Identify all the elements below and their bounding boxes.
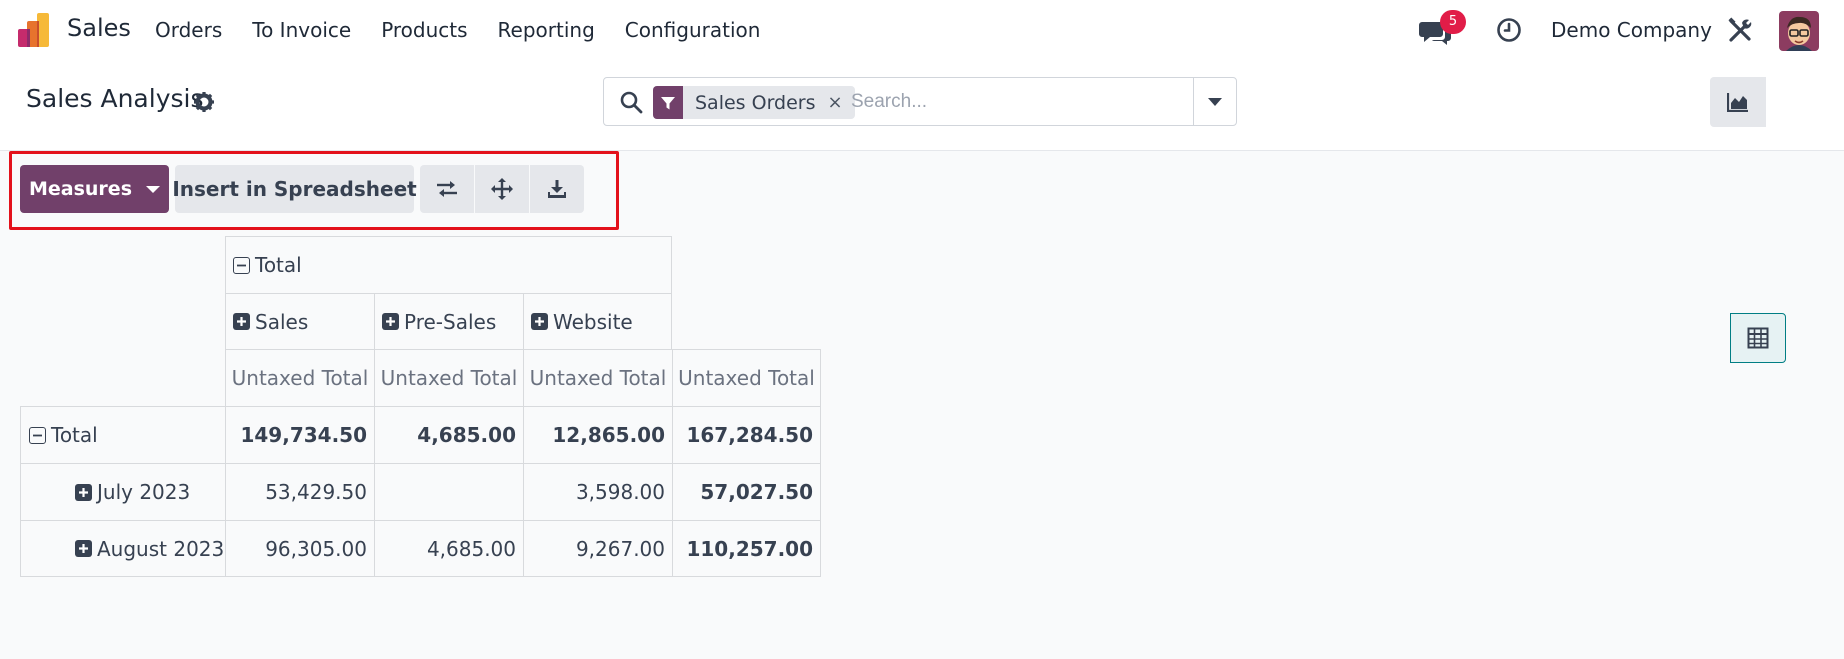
insert-in-spreadsheet-button[interactable]: Insert in Spreadsheet — [172, 165, 417, 213]
menu-to-invoice[interactable]: To Invoice — [252, 18, 351, 42]
measures-label: Measures — [28, 178, 132, 200]
row-header-july-2023[interactable]: July 2023 — [20, 463, 226, 521]
debug-tools-icon[interactable] — [1727, 17, 1754, 44]
area-chart-icon — [1727, 93, 1748, 112]
pivot-cell[interactable]: 4,685.00 — [374, 406, 524, 464]
measure-header[interactable]: Untaxed Total — [523, 349, 673, 407]
pivot-cell-total[interactable]: 167,284.50 — [672, 406, 821, 464]
row-header-label: August 2023 — [97, 536, 225, 561]
flip-axis-button[interactable] — [420, 165, 474, 213]
graph-view-button[interactable] — [1710, 77, 1766, 127]
download-icon — [548, 180, 566, 198]
table-grid-icon — [1747, 327, 1769, 349]
caret-down-icon — [146, 185, 160, 193]
collapse-icon — [233, 256, 250, 274]
expand-icon — [75, 540, 92, 557]
gear-icon[interactable] — [193, 91, 215, 113]
clock-icon[interactable] — [1496, 17, 1522, 43]
top-navbar: Sales Orders To Invoice Products Reporti… — [0, 0, 1844, 60]
col-header-label: Pre-Sales — [404, 309, 497, 334]
move-arrows-icon — [491, 178, 513, 200]
download-button[interactable] — [530, 165, 584, 213]
menu-orders[interactable]: Orders — [155, 18, 222, 42]
search-facet: Sales Orders × — [653, 86, 855, 119]
search-input[interactable] — [851, 87, 1181, 117]
row-header-total[interactable]: Total — [20, 406, 226, 464]
notification-badge: 5 — [1440, 10, 1466, 34]
sales-app-icon[interactable] — [18, 13, 54, 47]
col-header-label: Sales — [255, 309, 309, 334]
expand-all-button[interactable] — [475, 165, 529, 213]
pivot-view-button[interactable] — [1730, 313, 1786, 363]
main-menu: Orders To Invoice Products Reporting Con… — [155, 18, 790, 42]
measure-header[interactable]: Untaxed Total — [672, 349, 821, 407]
col-header-total-label: Total — [255, 253, 302, 277]
row-header-label: Total — [51, 423, 98, 447]
search-bar: Sales Orders × — [603, 77, 1237, 126]
row-header-august-2023[interactable]: August 2023 — [20, 520, 226, 577]
pivot-cell[interactable]: 3,598.00 — [523, 463, 673, 521]
col-header-total[interactable]: Total — [225, 236, 672, 294]
collapse-icon — [29, 426, 46, 444]
view-switcher — [1710, 77, 1786, 363]
expand-icon — [382, 313, 399, 330]
measures-button[interactable]: Measures — [20, 165, 169, 213]
facet-label: Sales Orders — [695, 91, 816, 114]
menu-products[interactable]: Products — [381, 18, 467, 42]
pivot-cell[interactable]: 96,305.00 — [225, 520, 375, 577]
search-options-toggle[interactable] — [1193, 78, 1236, 125]
expand-icon — [531, 313, 548, 330]
pivot-actions — [420, 165, 585, 213]
col-header-website[interactable]: Website — [523, 293, 672, 350]
col-header-sales[interactable]: Sales — [225, 293, 375, 350]
menu-configuration[interactable]: Configuration — [625, 18, 761, 42]
caret-down-icon — [1208, 97, 1222, 106]
expand-icon — [233, 313, 250, 330]
expand-icon — [75, 483, 92, 501]
filter-icon — [653, 86, 683, 119]
pivot-cell-total[interactable]: 57,027.50 — [672, 463, 821, 521]
row-header-label: July 2023 — [97, 480, 191, 504]
company-switcher[interactable]: Demo Company — [1551, 18, 1712, 42]
pivot-cell[interactable]: 53,429.50 — [225, 463, 375, 521]
measure-header[interactable]: Untaxed Total — [225, 349, 375, 407]
user-avatar[interactable] — [1779, 11, 1819, 51]
col-header-label: Website — [553, 309, 633, 334]
pivot-cell[interactable] — [374, 463, 524, 521]
pivot-cell[interactable]: 4,685.00 — [374, 520, 524, 577]
avatar-image — [1779, 11, 1819, 51]
swap-arrows-icon — [437, 181, 457, 197]
pivot-cell-total[interactable]: 110,257.00 — [672, 520, 821, 577]
search-icon[interactable] — [619, 90, 643, 114]
control-panel: Sales Analysis Sales Orders × — [0, 60, 1844, 363]
pivot-cell[interactable]: 12,865.00 — [523, 406, 673, 464]
col-header-pre-sales[interactable]: Pre-Sales — [374, 293, 524, 350]
pivot-cell[interactable]: 9,267.00 — [523, 520, 673, 577]
page-title: Sales Analysis — [26, 84, 204, 113]
app-name[interactable]: Sales — [67, 14, 131, 42]
pivot-cell[interactable]: 149,734.50 — [225, 406, 375, 464]
measure-header[interactable]: Untaxed Total — [374, 349, 524, 407]
menu-reporting[interactable]: Reporting — [498, 18, 595, 42]
